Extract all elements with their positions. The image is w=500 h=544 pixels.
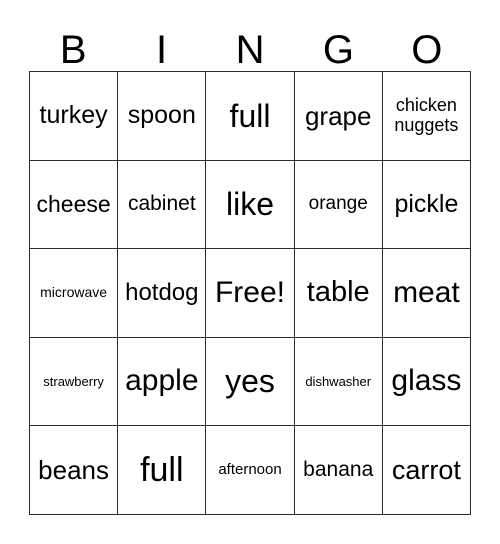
header-letter-i: I bbox=[156, 28, 168, 72]
bingo-cell-label: orange bbox=[308, 193, 368, 215]
bingo-cell[interactable]: cabinet bbox=[118, 160, 207, 250]
bingo-cell[interactable]: carrot bbox=[382, 426, 472, 515]
bingo-cell-label: pickle bbox=[394, 189, 459, 218]
bingo-row: strawberry apple yes dishwasher glass bbox=[30, 337, 472, 427]
bingo-cell-label: yes bbox=[225, 363, 275, 400]
bingo-cell-label: beans bbox=[38, 455, 110, 486]
bingo-cell[interactable]: microwave bbox=[30, 249, 119, 338]
bingo-cell-label: spoon bbox=[127, 101, 196, 130]
bingo-header: B I N G O bbox=[29, 17, 471, 71]
bingo-cell[interactable]: yes bbox=[206, 337, 295, 427]
bingo-cell[interactable]: full bbox=[118, 426, 207, 515]
header-letter-g: G bbox=[322, 28, 354, 72]
bingo-cell[interactable]: turkey bbox=[30, 72, 119, 161]
bingo-cell[interactable]: pickle bbox=[382, 160, 472, 250]
bingo-cell[interactable]: Free! bbox=[206, 249, 295, 338]
bingo-cell[interactable]: chicken nuggets bbox=[382, 72, 472, 161]
bingo-cell-label: cabinet bbox=[127, 192, 196, 216]
bingo-cell[interactable]: banana bbox=[294, 426, 383, 515]
bingo-cell[interactable]: orange bbox=[294, 160, 383, 250]
header-letter-o: O bbox=[411, 28, 443, 72]
bingo-cell-label: afternoon bbox=[218, 461, 282, 479]
bingo-cell-label: full bbox=[229, 97, 271, 134]
bingo-row: microwave hotdog Free! table meat bbox=[30, 249, 472, 338]
bingo-cell-label: turkey bbox=[39, 101, 108, 130]
bingo-row: cheese cabinet like orange pickle bbox=[30, 160, 472, 250]
bingo-row: turkey spoon full grape chicken nuggets bbox=[30, 72, 472, 161]
bingo-cell-label: glass bbox=[391, 364, 462, 398]
bingo-cell-label: meat bbox=[393, 275, 460, 309]
bingo-cell[interactable]: beans bbox=[30, 426, 119, 515]
bingo-cell[interactable]: hotdog bbox=[118, 249, 207, 338]
bingo-cell-label: carrot bbox=[391, 454, 461, 485]
bingo-cell-label: cheese bbox=[36, 190, 111, 217]
header-letter-n: N bbox=[235, 28, 265, 72]
bingo-cell-label: grape bbox=[304, 100, 372, 131]
bingo-cell-label: strawberry bbox=[43, 373, 104, 389]
bingo-cell[interactable]: cheese bbox=[30, 160, 119, 250]
bingo-cell-label: table bbox=[306, 276, 370, 309]
bingo-cell[interactable]: spoon bbox=[118, 72, 207, 161]
bingo-cell[interactable]: strawberry bbox=[30, 337, 119, 427]
bingo-cell-label: apple bbox=[125, 364, 199, 398]
bingo-cell[interactable]: full bbox=[206, 72, 295, 161]
bingo-cell[interactable]: glass bbox=[382, 337, 472, 427]
bingo-cell[interactable]: grape bbox=[294, 72, 383, 161]
bingo-cell-label: banana bbox=[303, 457, 374, 481]
bingo-cell-label: hotdog bbox=[125, 279, 199, 307]
bingo-cell[interactable]: dishwasher bbox=[294, 337, 383, 427]
bingo-row: beans full afternoon banana carrot bbox=[30, 426, 472, 515]
bingo-cell-label: Free! bbox=[214, 275, 286, 309]
bingo-card: B I N G O turkey spoon full grape chicken nu… bbox=[29, 17, 472, 515]
bingo-cell-label: full bbox=[140, 450, 184, 489]
bingo-cell[interactable]: table bbox=[294, 249, 383, 338]
bingo-cell[interactable]: apple bbox=[118, 337, 207, 427]
bingo-cell-label: like bbox=[226, 186, 275, 223]
bingo-cell[interactable]: meat bbox=[382, 249, 472, 338]
header-letter-b: B bbox=[59, 28, 87, 72]
bingo-cell[interactable]: like bbox=[206, 160, 295, 250]
bingo-cell-label: chicken nuggets bbox=[394, 95, 459, 135]
bingo-cell-label: dishwasher bbox=[305, 373, 372, 389]
bingo-grid: turkey spoon full grape chicken nuggets chees… bbox=[29, 71, 472, 515]
bingo-cell[interactable]: afternoon bbox=[206, 426, 295, 515]
bingo-cell-label: microwave bbox=[40, 284, 108, 301]
